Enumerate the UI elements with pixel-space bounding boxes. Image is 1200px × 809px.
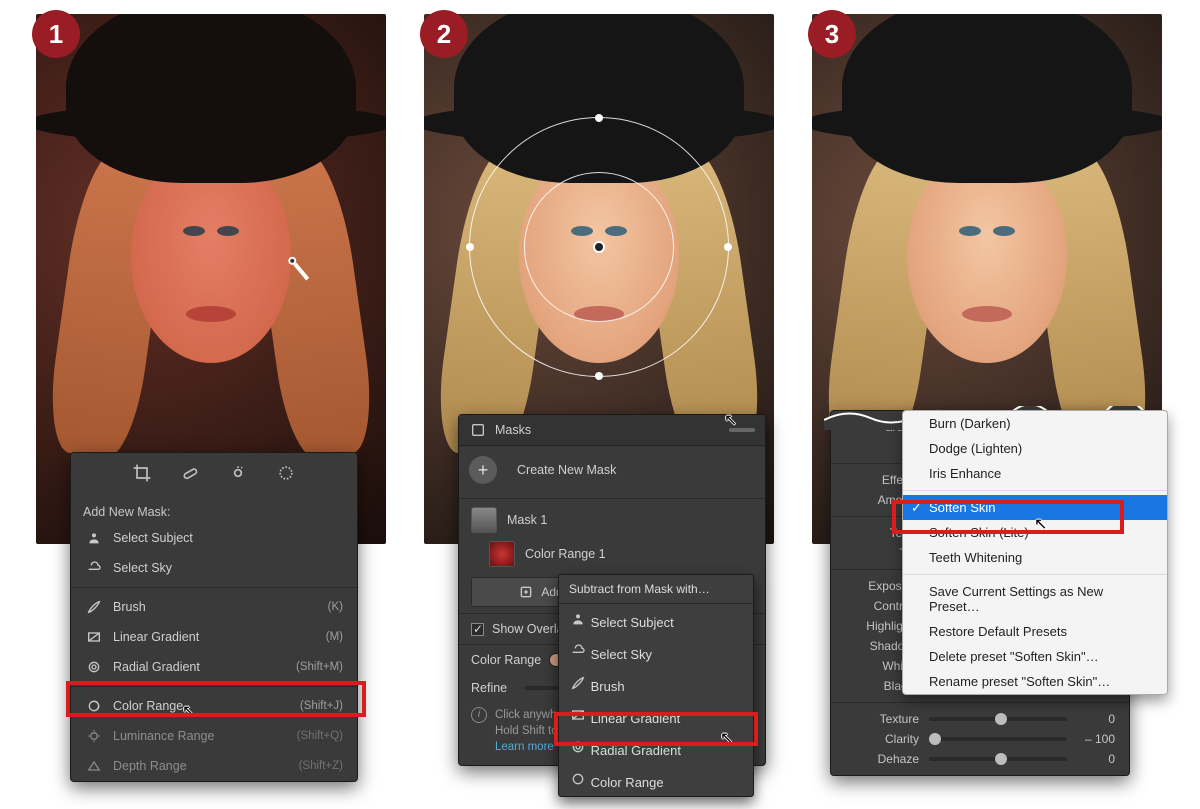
panel-icon [469,421,487,439]
radial-gradient-icon [569,738,587,756]
refine-label: Refine [471,681,517,695]
radial-gradient-icon [85,658,103,676]
sub-color-range[interactable]: Color Range [559,764,753,796]
mask-subitem[interactable]: Color Range 1 [459,537,765,571]
add-mask-heading: Add New Mask: [71,497,357,523]
mask-item[interactable]: Mask 1 [459,503,765,537]
crop-icon[interactable] [132,463,152,483]
mask-name: Mask 1 [507,513,547,527]
clarity-slider[interactable] [929,737,1067,741]
person-icon [85,529,103,547]
fx-rename-preset[interactable]: Rename preset "Soften Skin"… [903,669,1167,694]
depth-range-row[interactable]: Depth Range (Shift+Z) [71,751,357,781]
brush-icon [569,674,587,692]
step-1: 1 Add New Mask: Select Subject Select Sk… [36,14,386,544]
dehaze-slider[interactable] [929,757,1067,761]
linear-gradient-row[interactable]: Linear Gradient (M) [71,622,357,652]
mask-toolbar [71,453,357,497]
sky-icon [85,559,103,577]
info-icon: i [471,707,487,723]
sub-brush[interactable]: Brush [559,668,753,700]
cursor-icon: ↖ [720,728,733,748]
learn-more-link[interactable]: Learn more [495,741,554,753]
add-icon [517,583,535,601]
person-icon [569,610,587,628]
depth-icon [85,757,103,775]
mask-thumb [471,507,497,533]
texture-slider[interactable] [929,717,1067,721]
step-number-badge: 1 [32,10,80,58]
show-overlay-checkbox[interactable] [471,623,484,636]
fx-iris[interactable]: Iris Enhance [903,461,1167,486]
linear-gradient-icon [85,628,103,646]
fx-save-preset[interactable]: Save Current Settings as New Preset… [903,579,1167,619]
heal-icon[interactable] [180,463,200,483]
color-range-icon [85,697,103,715]
redeye-icon[interactable] [228,463,248,483]
color-range-icon [569,770,587,788]
select-subject-row[interactable]: Select Subject [71,523,357,553]
color-range-row[interactable]: Color Range (Shift+J) [71,691,357,721]
subtract-submenu: Subtract from Mask with… Select Subject … [558,574,754,797]
subitem-name: Color Range 1 [525,547,606,561]
luminance-range-row[interactable]: Luminance Range (Shift+Q) [71,721,357,751]
luminance-icon [85,727,103,745]
fx-teeth[interactable]: Teeth Whitening [903,545,1167,570]
color-range-label: Color Range [471,653,541,667]
sub-select-sky[interactable]: Select Sky [559,636,753,668]
radial-gradient-row[interactable]: Radial Gradient (Shift+M) [71,652,357,682]
sky-icon [569,642,587,660]
fx-dodge[interactable]: Dodge (Lighten) [903,436,1167,461]
fx-delete-preset[interactable]: Delete preset "Soften Skin"… [903,644,1167,669]
create-mask-label: Create New Mask [517,463,616,477]
fx-burn[interactable]: Burn (Darken) [903,411,1167,436]
eyedropper-icon [283,253,317,287]
cursor-icon: ↖ [182,701,195,721]
effect-preset-menu: Burn (Darken) Dodge (Lighten) Iris Enhan… [902,410,1168,695]
submenu-header: Subtract from Mask with… [559,575,753,604]
brush-icon [85,598,103,616]
sub-select-subject[interactable]: Select Subject [559,604,753,636]
step-number-badge: 3 [808,10,856,58]
color-range-thumb [489,541,515,567]
step-number-badge: 2 [420,10,468,58]
step-3: 3 areas, Learn Effect : Amount Temp Tint… [812,14,1162,544]
brush-row[interactable]: Brush (K) [71,592,357,622]
step-2: 2 ↖ Masks + Create New Mask Mask 1 Color… [424,14,774,544]
select-sky-row[interactable]: Select Sky [71,553,357,583]
create-mask-button[interactable]: + [469,456,497,484]
panel-title: Masks [495,423,531,437]
fx-restore-preset[interactable]: Restore Default Presets [903,619,1167,644]
add-mask-panel: Add New Mask: Select Subject Select Sky … [70,452,358,782]
cursor-icon: ↖ [724,410,737,430]
linear-gradient-icon [569,706,587,724]
cursor-icon: ↖ [1034,514,1047,534]
mask-icon[interactable] [276,463,296,483]
